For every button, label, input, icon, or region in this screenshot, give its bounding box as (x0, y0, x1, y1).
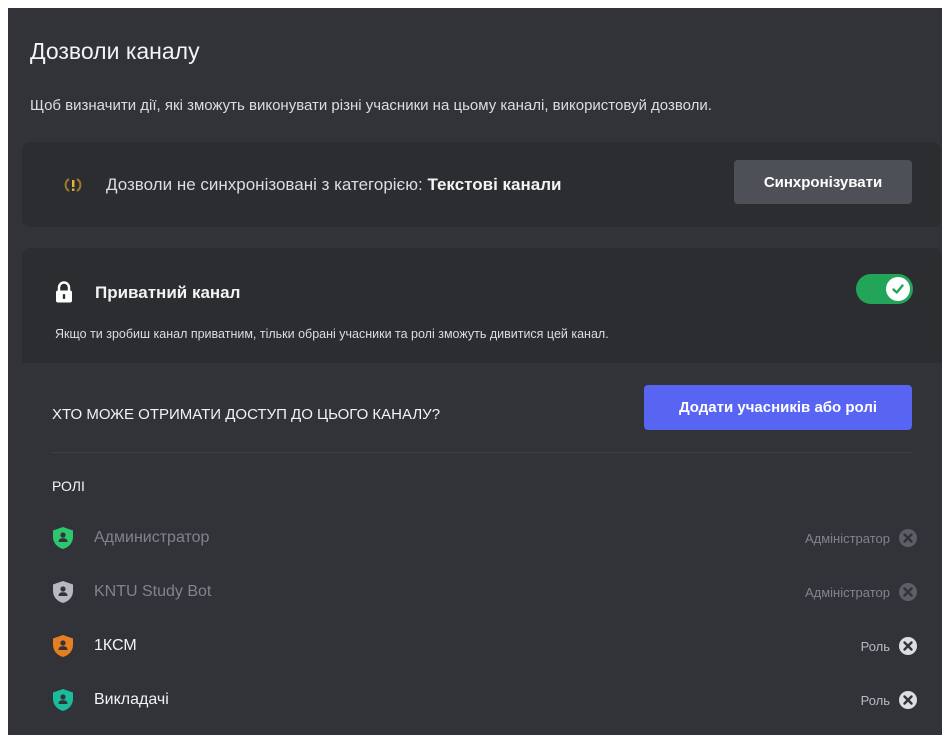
remove-role-icon (899, 529, 917, 547)
remove-role-icon[interactable] (898, 690, 918, 710)
role-shield-icon (53, 581, 73, 603)
role-name: KNTU Study Bot (94, 583, 212, 600)
role-row-1ksm: 1КСМ Роль (52, 626, 918, 666)
role-name: Администратор (94, 529, 210, 546)
role-type-label: Роль (860, 693, 890, 708)
role-shield-icon (53, 635, 73, 657)
private-channel-description: Якщо ти зробиш канал приватним, тільки о… (55, 327, 609, 341)
toggle-knob (886, 277, 910, 301)
role-row-administrator: Администратор Адміністратор (52, 518, 918, 558)
role-type-label: Роль (860, 639, 890, 654)
page-description: Щоб визначити дії, які зможуть виконуват… (30, 97, 712, 114)
private-channel-toggle[interactable] (856, 274, 913, 304)
add-members-or-roles-button[interactable]: Додати учасників або ролі (644, 385, 912, 430)
sync-warning-icon (64, 178, 82, 192)
roles-header: РОЛІ (52, 478, 85, 494)
private-channel-card: Приватний канал Якщо ти зробиш канал при… (22, 248, 942, 363)
role-type-label: Адміністратор (804, 585, 890, 600)
sync-button[interactable]: Синхронізувати (734, 160, 912, 204)
remove-role-icon[interactable] (898, 636, 918, 656)
private-channel-title: Приватний канал (95, 283, 241, 302)
page-title: Дозволи каналу (30, 38, 200, 64)
divider (52, 452, 912, 453)
remove-role-icon (899, 583, 917, 601)
role-name: 1КСМ (94, 637, 137, 654)
access-label: ХТО МОЖЕ ОТРИМАТИ ДОСТУП ДО ЦЬОГО КАНАЛУ… (52, 406, 441, 423)
role-row-teachers: Викладачі Роль (52, 680, 918, 720)
role-name: Викладачі (94, 691, 169, 708)
role-shield-icon (53, 689, 73, 711)
role-row-bot: KNTU Study Bot Адміністратор (52, 572, 918, 612)
checkmark-icon (892, 284, 904, 294)
sync-notice-prefix: Дозволи не синхронізовані з категорією: (106, 175, 428, 194)
sync-notice-text: Дозволи не синхронізовані з категорією: … (106, 175, 562, 195)
channel-permissions-panel: Дозволи каналу Щоб визначити дії, які зм… (8, 8, 942, 735)
lock-icon (56, 281, 72, 303)
role-type-label: Адміністратор (804, 531, 890, 546)
role-shield-icon (53, 527, 73, 549)
access-section: ХТО МОЖЕ ОТРИМАТИ ДОСТУП ДО ЦЬОГО КАНАЛУ… (22, 363, 942, 735)
sync-category-name: Текстові канали (427, 175, 562, 194)
